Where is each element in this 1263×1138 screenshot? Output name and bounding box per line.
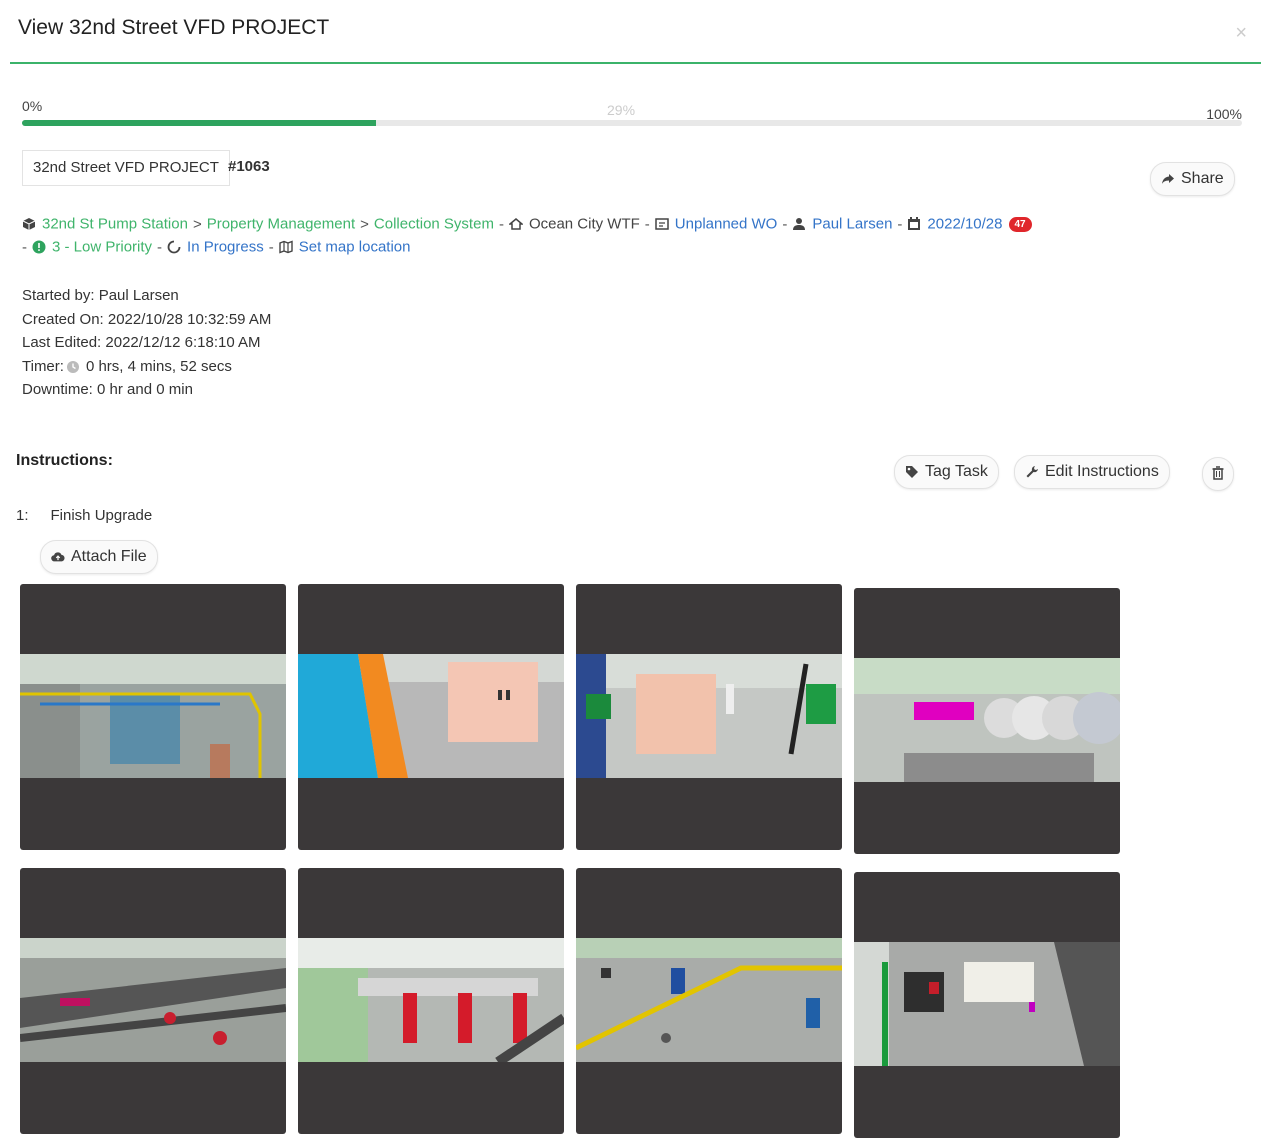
share-icon bbox=[1162, 173, 1174, 184]
priority-icon bbox=[32, 240, 46, 254]
attachment-thumbnail[interactable] bbox=[854, 872, 1120, 1138]
last-edited: Last Edited: 2022/12/12 6:18:10 AM bbox=[22, 334, 261, 351]
edit-instructions-label: Edit Instructions bbox=[1045, 463, 1159, 480]
user-icon bbox=[793, 218, 806, 231]
progress-track bbox=[22, 120, 1242, 126]
status-link[interactable]: In Progress bbox=[187, 239, 264, 256]
status-row: -3 - Low Priority - In Progress - Set map lo… bbox=[22, 238, 411, 256]
attachment-thumbnail[interactable] bbox=[298, 584, 564, 850]
attachment-thumbnail[interactable] bbox=[20, 584, 286, 850]
share-button[interactable]: Share bbox=[1150, 162, 1235, 196]
delete-button[interactable] bbox=[1202, 457, 1234, 491]
breadcrumb-item-collection[interactable]: Collection System bbox=[374, 216, 494, 233]
progress-fill bbox=[22, 120, 376, 126]
due-days-badge: 47 bbox=[1008, 216, 1032, 232]
breadcrumb-item-station[interactable]: 32nd St Pump Station bbox=[42, 216, 188, 233]
attachment-image bbox=[854, 942, 1120, 1066]
work-order-meta: Started by: Paul Larsen Created On: 2022… bbox=[22, 284, 271, 402]
wrench-icon bbox=[1026, 465, 1038, 478]
attachment-thumbnail[interactable] bbox=[298, 868, 564, 1134]
attachment-image bbox=[576, 654, 842, 778]
instructions-heading: Instructions: bbox=[16, 452, 113, 469]
due-date-link[interactable]: 2022/10/28 bbox=[927, 216, 1002, 233]
downtime: Downtime: 0 hr and 0 min bbox=[22, 381, 193, 398]
edit-instructions-button[interactable]: Edit Instructions bbox=[1014, 455, 1170, 489]
tag-icon bbox=[906, 465, 918, 478]
facility-icon bbox=[508, 218, 523, 230]
progress-status-icon bbox=[167, 240, 181, 254]
box-icon bbox=[22, 218, 36, 231]
progress-bar: 0% 29% 100% bbox=[22, 96, 1242, 136]
cloud-upload-icon bbox=[51, 552, 65, 562]
attachment-image bbox=[854, 658, 1120, 782]
instruction-step: 1: Finish Upgrade bbox=[16, 507, 152, 524]
priority-link[interactable]: 3 - Low Priority bbox=[52, 239, 152, 256]
started-by: Started by: Paul Larsen bbox=[22, 287, 179, 304]
trash-icon bbox=[1212, 466, 1224, 480]
attachment-image bbox=[298, 938, 564, 1062]
work-order-type[interactable]: Unplanned WO bbox=[675, 216, 778, 233]
work-order-type-icon bbox=[655, 218, 669, 230]
modal-title: View 32nd Street VFD PROJECT bbox=[18, 16, 330, 39]
close-icon[interactable]: × bbox=[1235, 22, 1247, 45]
work-order-number: #1063 bbox=[228, 158, 270, 175]
timer-icon[interactable] bbox=[66, 360, 80, 374]
assignee-link[interactable]: Paul Larsen bbox=[812, 216, 892, 233]
share-label: Share bbox=[1181, 170, 1224, 187]
timer-row: Timer: 0 hrs, 4 mins, 52 secs bbox=[22, 355, 271, 379]
map-icon bbox=[279, 240, 293, 254]
attachment-image bbox=[20, 654, 286, 778]
attachment-thumbnail[interactable] bbox=[20, 868, 286, 1134]
breadcrumb: 32nd St Pump Station > Property Management… bbox=[22, 215, 1032, 233]
tag-task-label: Tag Task bbox=[925, 463, 988, 480]
step-text: Finish Upgrade bbox=[50, 507, 153, 524]
attachment-thumbnail[interactable] bbox=[854, 588, 1120, 854]
step-number: 1: bbox=[16, 507, 29, 524]
breadcrumb-item-property[interactable]: Property Management bbox=[207, 216, 355, 233]
attachment-image bbox=[20, 938, 286, 1062]
attachment-thumbnail[interactable] bbox=[576, 868, 842, 1134]
facility-name: Ocean City WTF bbox=[528, 215, 640, 233]
attach-file-label: Attach File bbox=[71, 548, 147, 565]
attachment-image bbox=[576, 938, 842, 1062]
work-order-name: 32nd Street VFD PROJECT bbox=[22, 150, 230, 186]
timer-label: Timer: bbox=[22, 357, 64, 375]
created-on: Created On: 2022/10/28 10:32:59 AM bbox=[22, 310, 272, 328]
set-map-location-link[interactable]: Set map location bbox=[299, 239, 411, 256]
attachment-gallery bbox=[20, 584, 1120, 1138]
attachment-image bbox=[298, 654, 564, 778]
modal-header: View 32nd Street VFD PROJECT × bbox=[10, 0, 1261, 64]
calendar-icon bbox=[908, 217, 921, 231]
attachment-thumbnail[interactable] bbox=[576, 584, 842, 850]
attach-file-button[interactable]: Attach File bbox=[40, 540, 158, 574]
timer-value: 0 hrs, 4 mins, 52 secs bbox=[85, 357, 232, 375]
progress-start-label: 0% bbox=[22, 98, 43, 114]
tag-task-button[interactable]: Tag Task bbox=[894, 455, 999, 489]
progress-current-label: 29% bbox=[607, 102, 636, 118]
